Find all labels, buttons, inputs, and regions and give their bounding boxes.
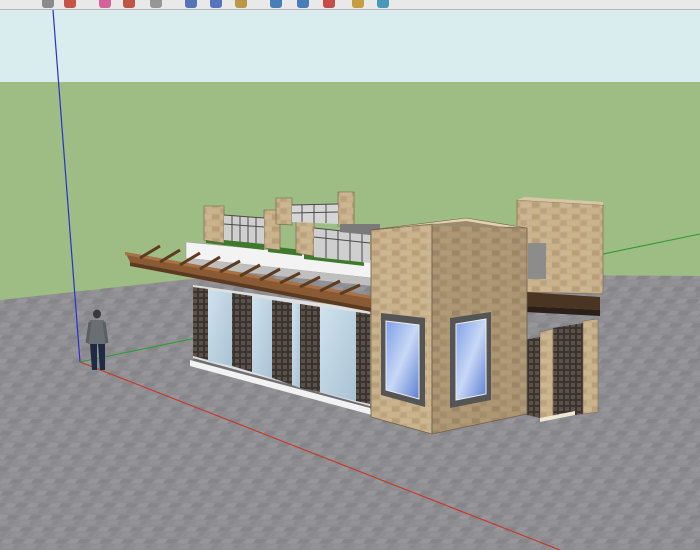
pencil-icon[interactable] bbox=[64, 0, 76, 8]
sky bbox=[0, 10, 700, 82]
shutter-2 bbox=[232, 293, 252, 372]
push-pull-icon[interactable] bbox=[150, 0, 162, 8]
orbit-icon[interactable] bbox=[270, 0, 282, 8]
glass-panel-4 bbox=[320, 307, 356, 401]
shutter-3 bbox=[272, 300, 292, 385]
side-column-1 bbox=[582, 318, 599, 415]
zoom-extents-icon[interactable] bbox=[352, 0, 364, 8]
rear-grey-panel bbox=[528, 243, 546, 279]
glass-panel-2 bbox=[252, 297, 272, 378]
eraser-icon[interactable] bbox=[99, 0, 111, 8]
glass-panel-3 bbox=[292, 303, 300, 388]
tower-window-side[interactable] bbox=[455, 318, 487, 401]
shutter-5 bbox=[356, 312, 370, 404]
main-toolbar bbox=[0, 0, 700, 10]
modeling-viewport[interactable] bbox=[0, 10, 700, 550]
shutter-4 bbox=[300, 304, 320, 392]
roof-railing-1 bbox=[223, 214, 265, 244]
roof-post-5 bbox=[337, 191, 355, 228]
previous-view-icon[interactable] bbox=[377, 0, 389, 8]
roof-post-4 bbox=[295, 219, 315, 257]
rotate-icon[interactable] bbox=[210, 0, 222, 8]
select-arrow-icon[interactable] bbox=[42, 0, 54, 8]
roof-railing-2 bbox=[291, 203, 339, 224]
roof-post-3 bbox=[275, 197, 293, 226]
side-lattice-screen bbox=[553, 323, 583, 418]
offset-icon[interactable] bbox=[235, 0, 247, 8]
paint-bucket-icon[interactable] bbox=[123, 0, 135, 8]
pan-icon[interactable] bbox=[297, 0, 309, 8]
side-column-2 bbox=[539, 328, 554, 421]
zoom-icon[interactable] bbox=[323, 0, 335, 8]
glass-panel-1 bbox=[208, 290, 232, 366]
move-icon[interactable] bbox=[185, 0, 197, 8]
roof-post-1 bbox=[203, 205, 225, 244]
shutter-1 bbox=[193, 287, 208, 360]
tower-window-front[interactable] bbox=[385, 320, 420, 400]
